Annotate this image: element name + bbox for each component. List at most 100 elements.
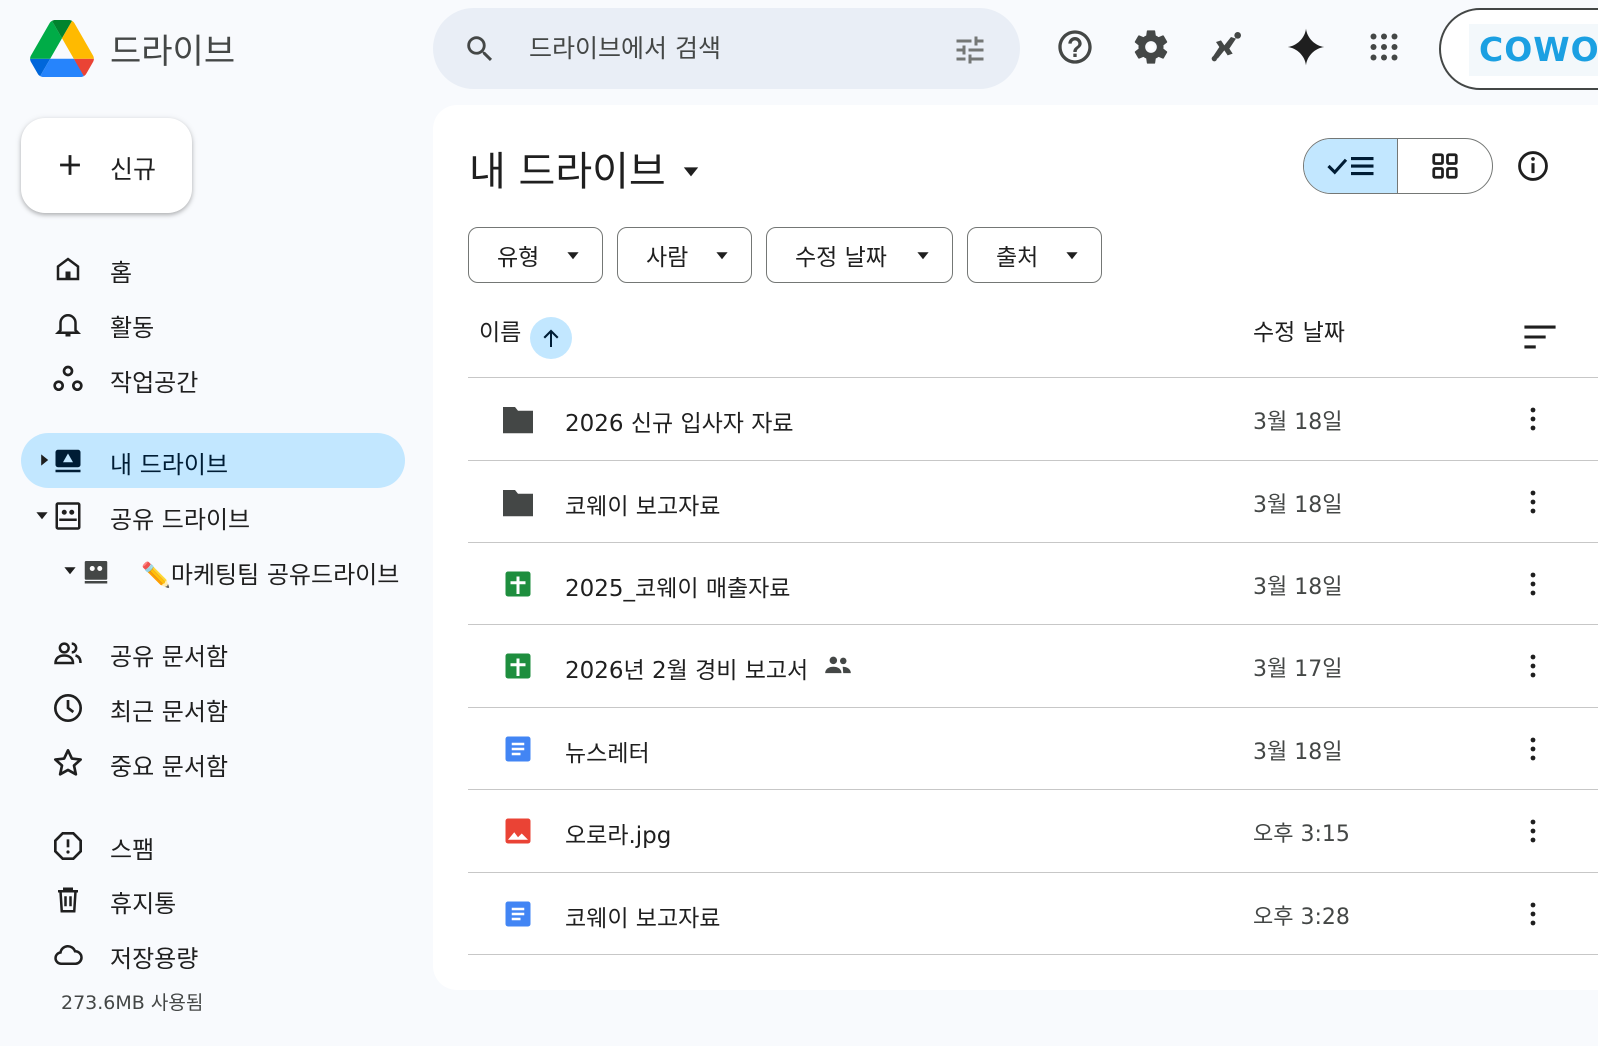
info-icon[interactable] <box>1516 149 1550 187</box>
drive-logo[interactable]: 드라이브 <box>30 20 235 77</box>
sidebar-item-recent[interactable]: 최근 문서함 <box>21 680 405 735</box>
view-toggle <box>1303 138 1493 194</box>
sidebar-item-marketing-shared-drive[interactable]: ✏️마케팅팀 공유드라이브 <box>21 543 405 598</box>
image-file-icon <box>498 815 538 847</box>
file-modified-date: 3월 17일 <box>1253 657 1343 682</box>
grid-icon <box>1432 153 1458 179</box>
offline-ready-icon[interactable] <box>1206 27 1246 67</box>
page-title: 내 드라이브 <box>469 149 666 195</box>
search-bar[interactable] <box>433 8 1020 89</box>
more-options-icon[interactable] <box>1523 815 1543 847</box>
filter-type-chip[interactable]: 유형 <box>468 227 603 283</box>
more-options-icon[interactable] <box>1523 898 1543 930</box>
file-modified-date: 오후 3:28 <box>1253 905 1350 930</box>
account-brand-logo: COWO <box>1469 24 1598 76</box>
page-title-dropdown[interactable]: 내 드라이브 <box>469 139 700 197</box>
main-panel: 내 드라이브 유형 사람 수정 날짜 출처 이름 수정 날짜 2026 신규 입… <box>433 105 1598 990</box>
more-options-icon[interactable] <box>1523 733 1543 765</box>
filter-modified-chip[interactable]: 수정 날짜 <box>766 227 953 283</box>
caret-down-icon[interactable] <box>35 508 49 522</box>
filter-source-chip[interactable]: 출처 <box>967 227 1102 283</box>
plus-icon <box>53 148 87 186</box>
search-options-icon[interactable] <box>952 32 988 72</box>
sort-options-icon[interactable] <box>1523 324 1557 354</box>
folder-icon <box>498 403 538 435</box>
folder-icon <box>498 486 538 518</box>
app-title: 드라이브 <box>110 32 236 72</box>
chevron-down-icon <box>917 252 929 260</box>
clock-icon <box>51 692 85 724</box>
apps-grid-icon[interactable] <box>1364 27 1404 67</box>
file-modified-date: 3월 18일 <box>1253 575 1343 600</box>
filter-people-chip[interactable]: 사람 <box>617 227 752 283</box>
list-view-button[interactable] <box>1304 139 1398 193</box>
file-row[interactable]: 코웨이 보고자료 오후 3:28 <box>468 873 1598 955</box>
chevron-down-icon <box>683 167 698 177</box>
more-options-icon[interactable] <box>1523 568 1543 600</box>
sidebar-item-starred[interactable]: 중요 문서함 <box>21 735 405 790</box>
new-button[interactable]: 신규 <box>21 118 192 213</box>
storage-used-text: 273.6MB 사용됨 <box>61 992 204 1014</box>
sidebar-item-shared-with-me[interactable]: 공유 문서함 <box>21 625 405 680</box>
drive-logo-icon <box>30 20 94 77</box>
file-row[interactable]: 2026년 2월 경비 보고서 3월 17일 <box>468 625 1598 707</box>
sidebar-item-spam[interactable]: 스팸 <box>21 818 405 873</box>
file-row[interactable]: 코웨이 보고자료 3월 18일 <box>468 461 1598 543</box>
home-icon <box>51 253 85 285</box>
trash-icon <box>51 884 85 916</box>
grid-view-button[interactable] <box>1398 139 1492 193</box>
file-name: 2026 신규 입사자 자료 <box>565 411 794 437</box>
cloud-icon <box>51 939 85 971</box>
search-input[interactable] <box>529 28 929 68</box>
sidebar-item-my-drive[interactable]: 내 드라이브 <box>21 433 405 488</box>
sidebar-item-workspaces[interactable]: 작업공간 <box>21 351 405 406</box>
caret-right-icon[interactable] <box>37 453 51 467</box>
file-name: 2025_코웨이 매출자료 <box>565 576 791 602</box>
shared-drive-icon <box>79 555 113 587</box>
file-modified-date: 3월 18일 <box>1253 410 1343 435</box>
check-list-icon <box>1326 156 1373 176</box>
help-icon[interactable] <box>1055 27 1095 67</box>
more-options-icon[interactable] <box>1523 403 1543 435</box>
chevron-down-icon <box>567 252 579 260</box>
account-button[interactable]: COWO <box>1439 8 1598 90</box>
my-drive-icon <box>51 445 85 477</box>
file-name: 2026년 2월 경비 보고서 <box>565 651 852 685</box>
file-row[interactable]: 뉴스레터 3월 18일 <box>468 708 1598 790</box>
more-options-icon[interactable] <box>1523 650 1543 682</box>
file-row[interactable]: 2026 신규 입사자 자료 3월 18일 <box>468 378 1598 460</box>
caret-down-icon[interactable] <box>63 563 77 577</box>
google-sheets-icon <box>498 568 538 600</box>
file-modified-date: 3월 18일 <box>1253 493 1343 518</box>
file-name: 오로라.jpg <box>565 823 672 849</box>
sidebar-item-activity[interactable]: 활동 <box>21 296 405 351</box>
file-modified-date: 오후 3:15 <box>1253 822 1350 847</box>
spam-icon <box>51 830 85 862</box>
file-row[interactable]: 오로라.jpg 오후 3:15 <box>468 790 1598 872</box>
chevron-down-icon <box>1066 252 1078 260</box>
sidebar-item-trash[interactable]: 휴지통 <box>21 872 405 927</box>
star-icon <box>51 747 85 779</box>
search-icon[interactable] <box>463 32 497 70</box>
sidebar-item-storage[interactable]: 저장용량 <box>21 927 405 982</box>
google-docs-icon <box>498 898 538 930</box>
sidebar-item-home[interactable]: 홈 <box>21 241 405 296</box>
file-row[interactable]: 2025_코웨이 매출자료 3월 18일 <box>468 543 1598 625</box>
file-name: 코웨이 보고자료 <box>565 906 721 932</box>
file-name: 코웨이 보고자료 <box>565 494 721 520</box>
sidebar-item-shared-drives[interactable]: 공유 드라이브 <box>21 488 405 543</box>
shared-drive-icon <box>51 500 85 532</box>
column-header-modified[interactable]: 수정 날짜 <box>1253 313 1345 347</box>
more-options-icon[interactable] <box>1523 486 1543 518</box>
divider <box>468 954 1598 955</box>
settings-gear-icon[interactable] <box>1131 27 1171 67</box>
gemini-sparkle-icon[interactable] <box>1286 27 1326 67</box>
people-icon <box>51 637 85 669</box>
column-header-name[interactable]: 이름 <box>479 313 521 347</box>
sort-ascending-button[interactable] <box>530 317 572 359</box>
arrow-up-icon <box>543 329 559 347</box>
new-button-label: 신규 <box>110 155 157 184</box>
google-sheets-icon <box>498 650 538 682</box>
workspaces-icon <box>51 363 85 395</box>
google-docs-icon <box>498 733 538 765</box>
